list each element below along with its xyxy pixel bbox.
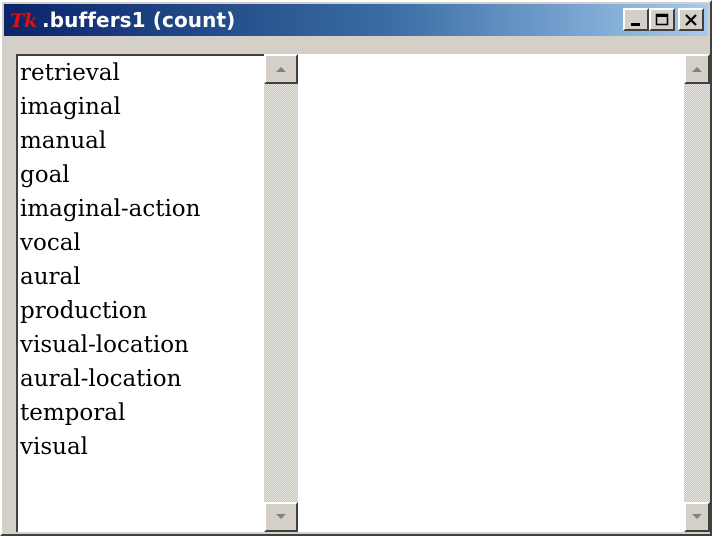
list-item[interactable]: aural-location — [18, 362, 264, 396]
list-item[interactable]: retrieval — [18, 56, 264, 90]
title-bar[interactable]: Tk .buffers1 (count) — [4, 4, 708, 36]
svg-text:Tk: Tk — [10, 10, 37, 30]
scroll-up-button[interactable] — [684, 54, 710, 84]
arrow-up-icon — [276, 67, 286, 72]
arrow-down-icon — [276, 514, 286, 519]
list-item[interactable]: production — [18, 294, 264, 328]
buffer-listbox[interactable]: retrieval imaginal manual goal imaginal-… — [16, 54, 264, 532]
scroll-down-button[interactable] — [684, 502, 710, 532]
close-icon — [685, 13, 697, 26]
arrow-down-icon — [692, 514, 702, 519]
list-item[interactable]: visual — [18, 430, 264, 464]
title-buttons — [623, 8, 704, 31]
text-scrollbar[interactable] — [684, 54, 710, 532]
list-item[interactable]: aural — [18, 260, 264, 294]
list-scrollbar[interactable] — [264, 54, 298, 532]
window-title: .buffers1 (count) — [42, 8, 236, 32]
maximize-icon — [655, 13, 669, 25]
arrow-up-icon — [692, 67, 702, 72]
list-item[interactable]: temporal — [18, 396, 264, 430]
maximize-button[interactable] — [649, 8, 675, 31]
count-text-pane[interactable] — [298, 54, 684, 532]
scroll-down-button[interactable] — [264, 502, 298, 532]
list-item[interactable]: imaginal-action — [18, 192, 264, 226]
minimize-icon — [631, 22, 640, 26]
list-item[interactable]: visual-location — [18, 328, 264, 362]
list-item[interactable]: vocal — [18, 226, 264, 260]
tk-feather-icon: Tk — [10, 9, 40, 31]
buffers-window: Tk .buffers1 (count) retrieval imaginal … — [0, 0, 712, 536]
list-item[interactable]: manual — [18, 124, 264, 158]
list-item[interactable]: goal — [18, 158, 264, 192]
scroll-up-button[interactable] — [264, 54, 298, 84]
list-item[interactable]: imaginal — [18, 90, 264, 124]
close-button[interactable] — [678, 8, 704, 31]
window-content: retrieval imaginal manual goal imaginal-… — [4, 36, 710, 534]
minimize-button[interactable] — [623, 8, 649, 31]
